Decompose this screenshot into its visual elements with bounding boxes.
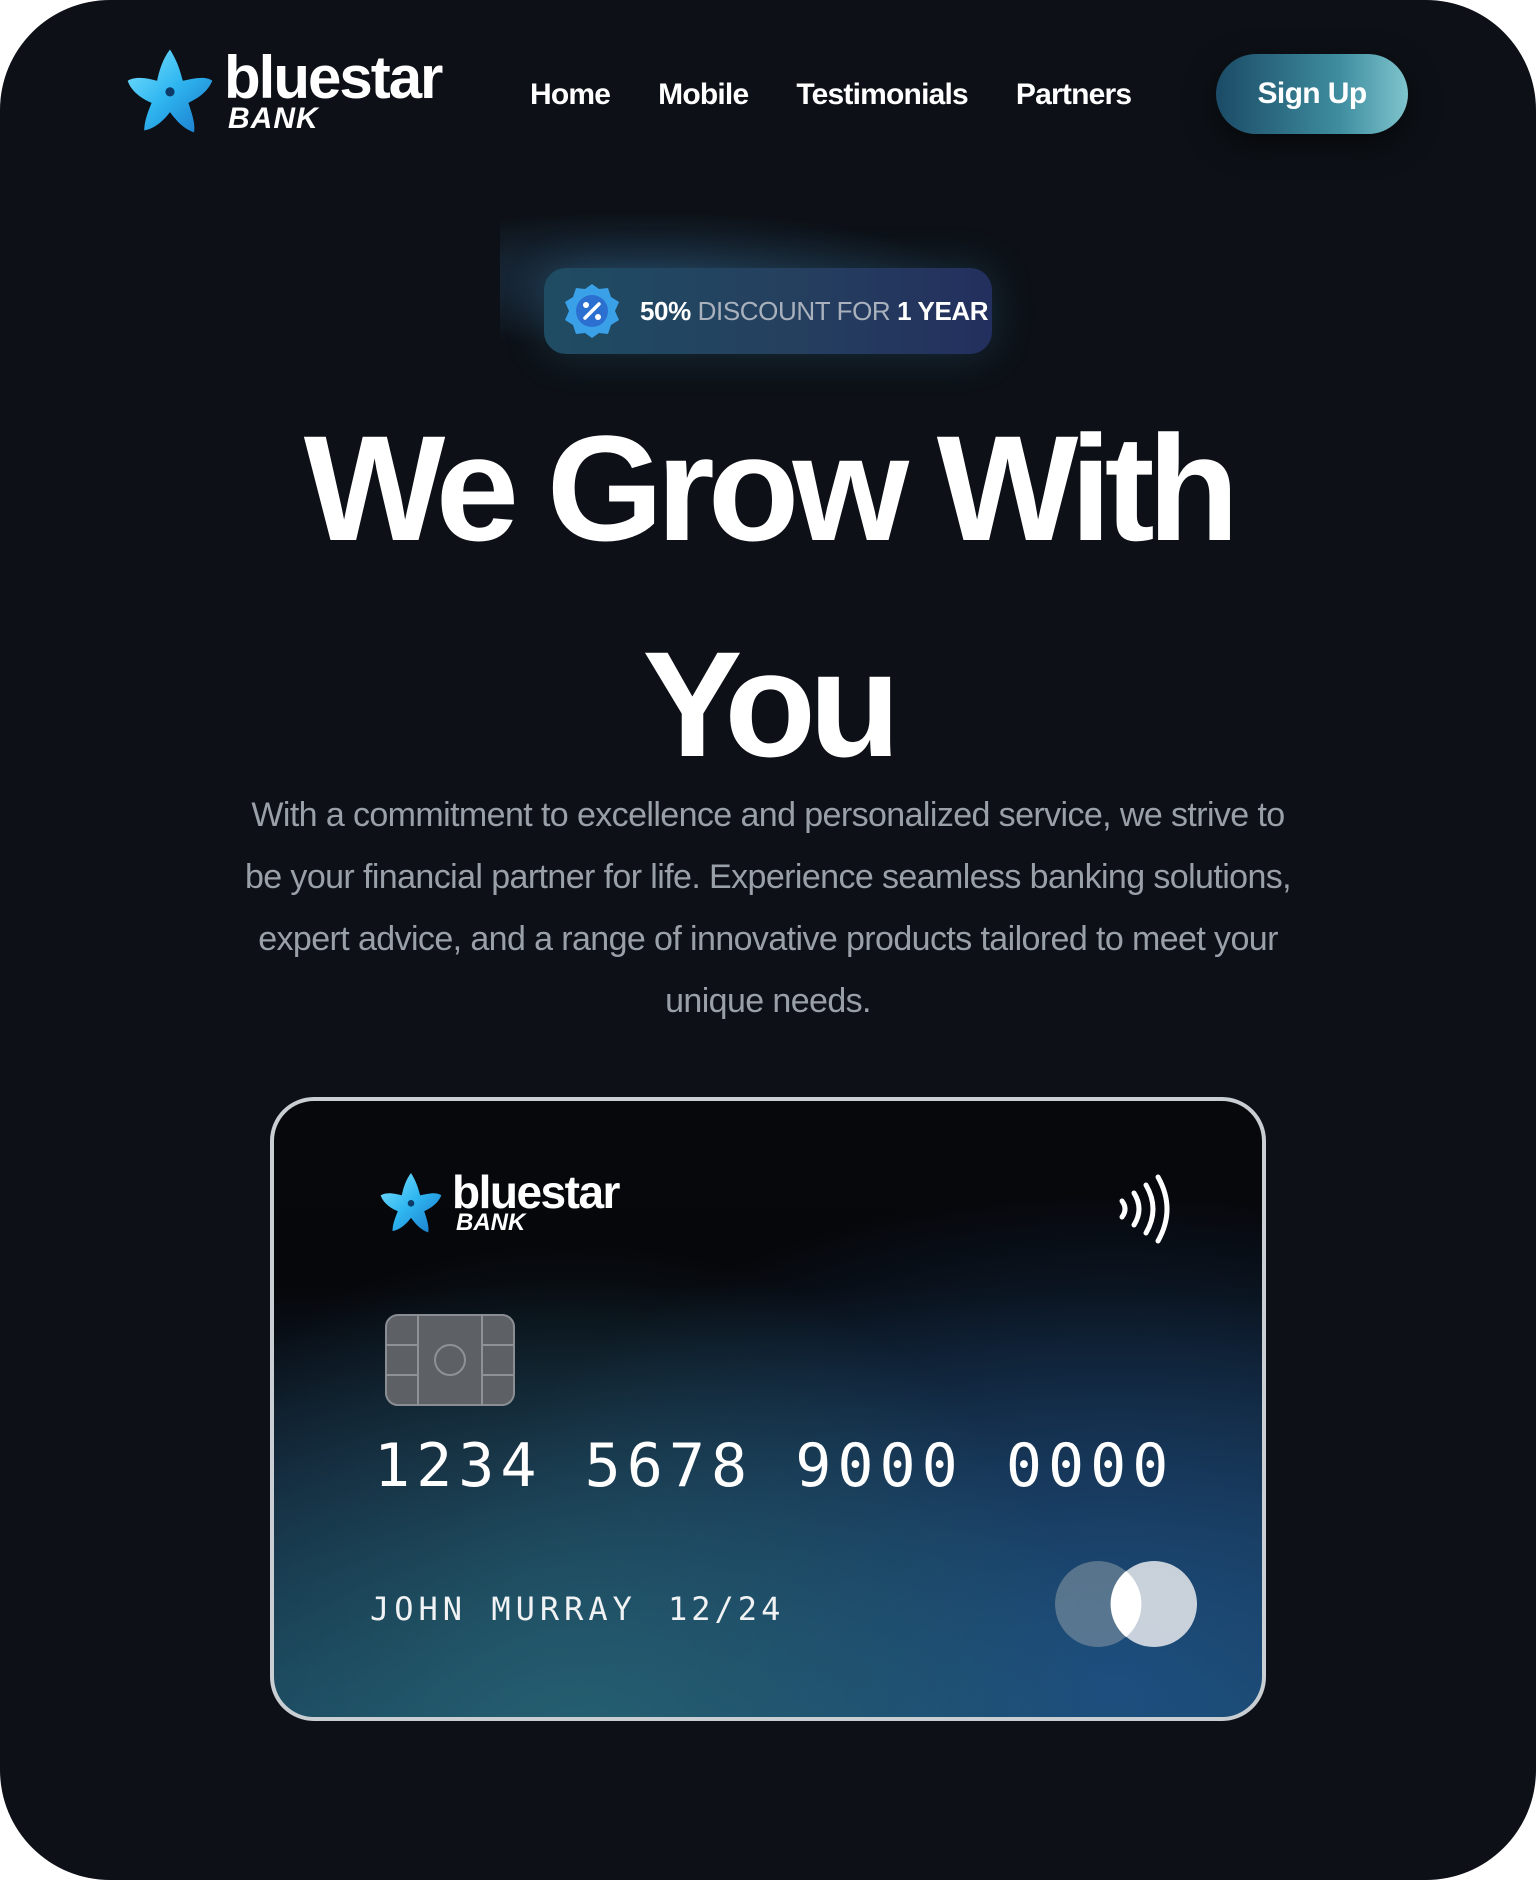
badge-duration: 1 YEAR bbox=[897, 296, 989, 326]
discount-badge[interactable]: 50% DISCOUNT FOR 1 YEAR bbox=[544, 268, 992, 354]
main-nav: Home Mobile Testimonials Partners bbox=[530, 74, 1132, 116]
contactless-icon bbox=[1119, 1174, 1170, 1244]
mastercard-logo-icon bbox=[1055, 1561, 1197, 1647]
badge-middle: DISCOUNT FOR bbox=[690, 296, 898, 326]
nav-link-testimonials[interactable]: Testimonials bbox=[796, 74, 968, 116]
hero-title-line2: You bbox=[642, 620, 900, 788]
nav-link-partners[interactable]: Partners bbox=[1016, 74, 1132, 116]
star-logo-icon bbox=[380, 1172, 442, 1233]
hero-title: We Grow With You bbox=[0, 380, 1536, 812]
nav-link-home[interactable]: Home bbox=[530, 74, 611, 116]
brand-sub: BANK bbox=[228, 102, 319, 135]
badge-percent: 50% bbox=[640, 296, 691, 326]
discount-percent-icon bbox=[565, 284, 619, 338]
nav-link-mobile[interactable]: Mobile bbox=[658, 74, 749, 116]
chip-icon bbox=[385, 1314, 515, 1406]
card-number: 1234 5678 9000 0000 bbox=[374, 1431, 1175, 1501]
page-frame: bluestar BANK Home Mobile Testimonials P… bbox=[0, 0, 1536, 1880]
credit-card: bluestar BANK 1234 5678 9000 0000 JOHN M… bbox=[270, 1097, 1266, 1721]
badge-text: 50% DISCOUNT FOR 1 YEAR bbox=[640, 294, 989, 328]
brand-name: bluestar bbox=[224, 44, 443, 111]
card-brand-sub: BANK bbox=[456, 1209, 526, 1236]
hero-title-line1: We Grow With bbox=[303, 404, 1239, 572]
hero-description: With a commitment to excellence and pers… bbox=[244, 796, 1292, 1020]
signup-button[interactable]: Sign Up bbox=[1216, 54, 1408, 134]
star-logo-icon bbox=[127, 49, 213, 133]
card-holder-name: JOHN MURRAY bbox=[370, 1590, 637, 1628]
card-expiry: 12/24 bbox=[668, 1590, 785, 1628]
